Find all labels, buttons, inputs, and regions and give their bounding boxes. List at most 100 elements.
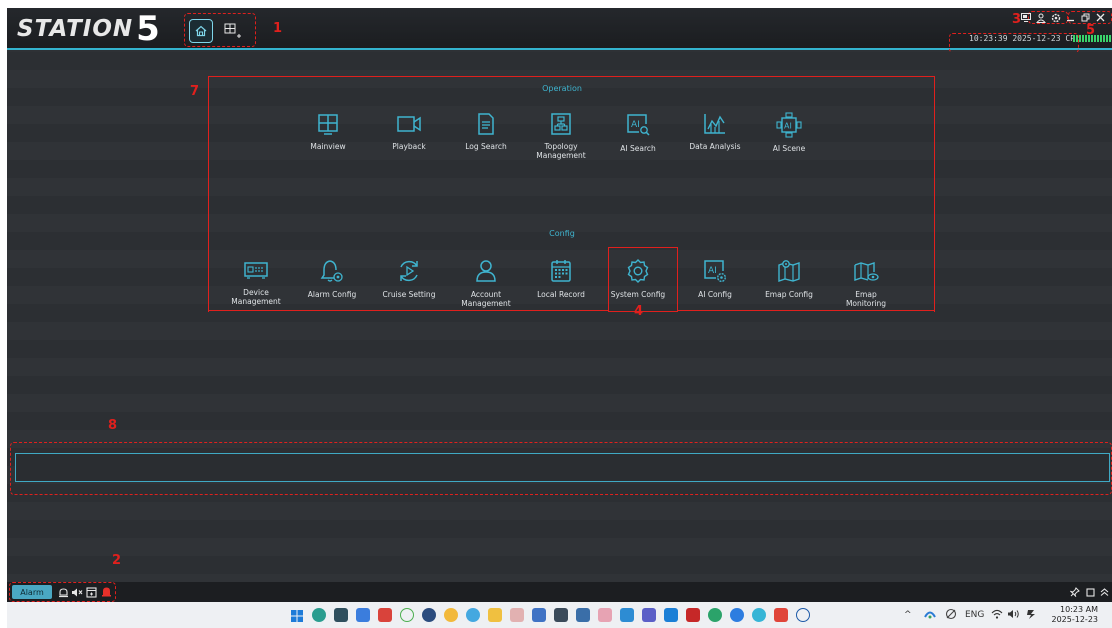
alarm-config-icon [320,260,343,282]
annotation-box-4 [608,247,678,312]
tile-label: Alarm Config [307,290,357,299]
taskbar-app-icon[interactable] [422,608,436,622]
annotation-box-7-bottom-right [677,310,935,312]
windows-start-icon[interactable] [290,608,304,622]
cruise-icon [400,260,418,282]
taskbar-app-icon[interactable] [620,608,634,622]
taskbar-app-icon[interactable] [598,608,612,622]
ai-config-icon: AI [704,260,726,282]
restore-icon[interactable] [1080,12,1091,23]
taskbar-app-icon[interactable] [554,608,568,622]
taskbar-clock[interactable]: 10:23 AM 2025-12-23 [1052,605,1099,625]
tile-mainview[interactable]: Mainview [293,112,363,151]
close-icon[interactable] [1095,12,1106,23]
taskbar-date: 2025-12-23 [1051,615,1099,624]
file-explorer-icon[interactable] [488,608,502,622]
language-indicator[interactable]: ENG [965,610,984,620]
operation-section-title: Operation [542,84,582,93]
emap-monitoring-icon [854,262,879,281]
battery-charging-icon[interactable] [1025,608,1039,623]
window-controls [1020,12,1106,23]
annotation-box-2 [9,582,116,602]
ai-search-icon: AI [627,114,650,136]
tile-label: Log Search [465,142,507,151]
tile-playback[interactable]: Playback [374,112,444,151]
taskbar-app-icon[interactable] [356,608,370,622]
tile-local-record[interactable]: Local Record [526,258,596,299]
windows-taskbar: ^ ENG 10:23 AM 2025-12-23 [7,602,1112,628]
config-section-title: Config [549,229,575,238]
tile-emap-monitoring[interactable]: Emap Monitoring [831,258,901,308]
taskbar-app-icon[interactable] [576,608,590,622]
tile-alarm-config[interactable]: Alarm Config [297,258,367,299]
tile-label: Emap Monitoring [845,290,887,308]
tray-app-icon[interactable] [923,608,937,623]
taskbar-app-icon[interactable] [510,608,524,622]
station5-app-window: STATION 5 1 3 5 10:23:39 2025-12-23 CPU … [7,8,1112,628]
edge-browser-icon[interactable] [312,608,326,622]
taskbar-app-icon[interactable] [686,608,700,622]
minimize-icon[interactable] [1065,12,1076,23]
tile-label: Device Management [231,288,281,306]
alarm-message-strip [15,453,1110,482]
tile-label: Local Record [537,290,585,299]
data-analysis-icon [704,114,725,134]
tile-label: Playback [392,142,426,151]
tile-data-analysis[interactable]: Data Analysis [680,112,750,151]
svg-text:AI: AI [784,122,792,131]
tile-label: Emap Config [765,290,813,299]
tile-label: AI Scene [772,144,806,153]
taskbar-app-icon[interactable] [378,608,392,622]
maximize-panel-icon[interactable] [1084,586,1096,598]
svg-text:AI: AI [631,120,640,130]
taskbar-app-icon[interactable] [444,608,458,622]
account-icon [476,260,496,282]
taskbar-app-icon[interactable] [730,608,744,622]
tile-emap-config[interactable]: Emap Config [754,258,824,299]
tile-topology-management[interactable]: Topology Management [526,112,596,160]
local-record-icon [551,260,571,282]
emap-config-icon [778,260,800,282]
wifi-icon[interactable] [991,608,1003,623]
taskbar-app-icon[interactable] [664,608,678,622]
settings-gear-icon[interactable] [1050,12,1061,23]
annotation-8: 8 [108,418,118,433]
device-icon [244,262,268,279]
app-header: STATION 5 1 3 5 10:23:39 2025-12-23 CPU [7,8,1112,50]
taskbar-app-icon[interactable] [334,608,348,622]
screen-layout-icon[interactable] [1020,12,1031,23]
taskbar-app-icon[interactable] [400,608,414,622]
tray-overflow-chevron-icon[interactable]: ^ [904,610,912,620]
taskbar-app-icon[interactable] [466,608,480,622]
logo-text: STATION [17,16,134,42]
taskbar-app-icon[interactable] [708,608,722,622]
svg-text:AI: AI [708,266,717,276]
volume-icon[interactable] [1007,608,1020,623]
tile-label: Topology Management [536,142,586,160]
tray-app-icon[interactable] [945,608,957,623]
annotation-box-6 [949,33,1079,53]
tile-cruise-setting[interactable]: Cruise Setting [374,258,444,299]
tile-ai-scene[interactable]: AI AI Scene [754,112,824,153]
tile-ai-search[interactable]: AI AI Search [603,112,673,153]
taskbar-app-icon[interactable] [774,608,788,622]
tile-log-search[interactable]: Log Search [451,112,521,151]
annotation-7: 7 [190,84,200,99]
topology-icon [551,113,571,135]
expand-up-icon[interactable] [1098,586,1110,598]
pin-icon[interactable] [1069,586,1081,598]
annotation-box-7-bottom-left [208,310,609,312]
tile-device-management[interactable]: Device Management [221,258,291,306]
taskbar-app-icon[interactable] [796,608,810,622]
station5-logo: STATION 5 [17,12,160,46]
tile-account-management[interactable]: Account Management [451,258,521,308]
user-lock-icon[interactable] [1035,12,1046,23]
teams-icon[interactable] [642,608,656,622]
taskbar-app-icon[interactable] [752,608,766,622]
annotation-4: 4 [634,304,644,319]
log-search-icon [478,113,494,135]
ai-scene-icon: AI [776,112,802,138]
playback-icon [397,116,421,132]
taskbar-app-icon[interactable] [532,608,546,622]
tile-ai-config[interactable]: AI AI Config [680,258,750,299]
